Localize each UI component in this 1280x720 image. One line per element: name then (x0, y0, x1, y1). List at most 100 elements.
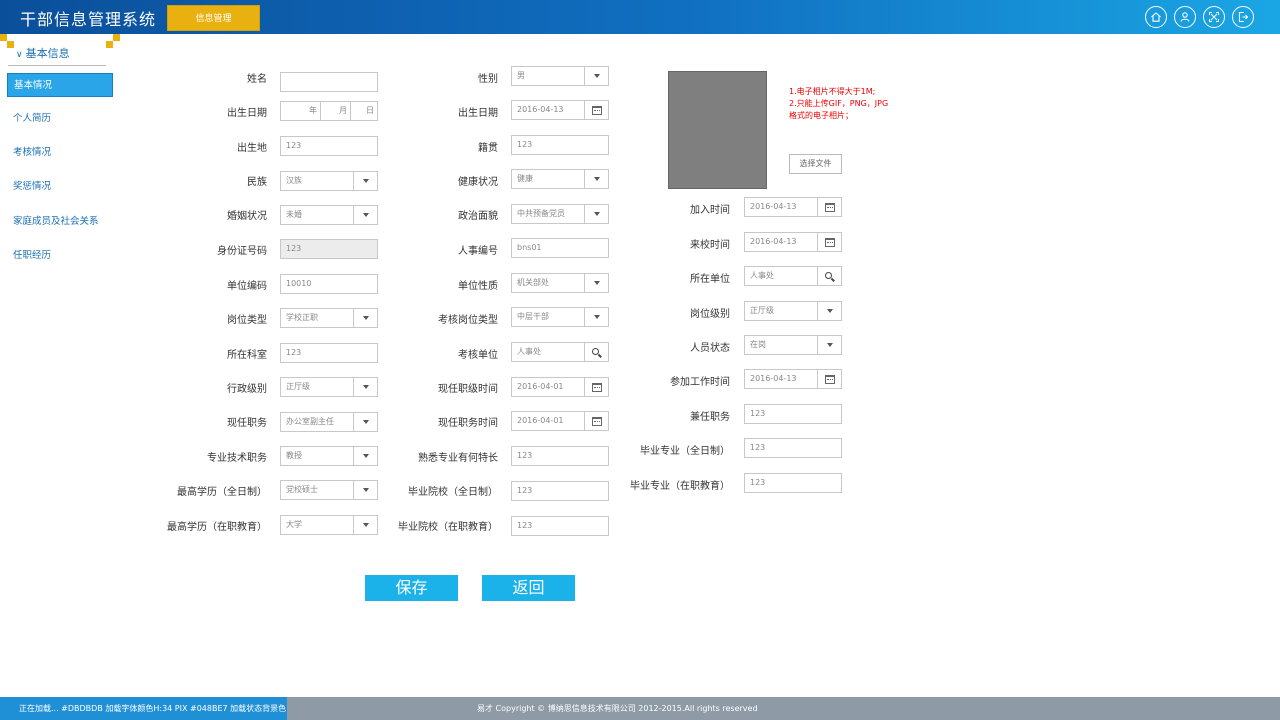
dropdown-toggle[interactable] (353, 378, 377, 396)
dropdown-toggle[interactable] (353, 206, 377, 224)
personnel-number-input[interactable]: bns01 (511, 238, 609, 258)
dropdown-toggle[interactable] (353, 481, 377, 499)
logout-button[interactable] (1232, 6, 1254, 28)
dropdown-toggle[interactable] (584, 67, 608, 85)
year-segment[interactable]: 年 (281, 102, 321, 120)
work-start-date-picker[interactable]: 2016-04-13 (744, 369, 842, 389)
dropdown-toggle[interactable] (353, 516, 377, 534)
search-button[interactable] (817, 267, 841, 285)
calendar-icon (824, 237, 835, 247)
copyright: 易才 Copyright © 博纳思信息技术有限公司 2012-2015.All… (477, 704, 758, 713)
ethnicity-select[interactable]: 汉族 (280, 171, 378, 191)
marital-status-select[interactable]: 未婚 (280, 205, 378, 225)
assessment-unit-search[interactable]: 人事处 (511, 342, 609, 362)
field-label: 考核岗位类型 (438, 315, 498, 326)
school-inservice-input[interactable]: 123 (511, 516, 609, 536)
dropdown-arrow-icon (593, 281, 600, 285)
field-label: 人员状态 (690, 343, 730, 354)
back-button[interactable]: 返回 (482, 575, 575, 601)
field-label: 现任职级时间 (438, 384, 498, 395)
save-button[interactable]: 保存 (365, 575, 458, 601)
department-input[interactable]: 123 (280, 343, 378, 363)
fullscreen-button[interactable] (1203, 6, 1225, 28)
divider (8, 65, 106, 66)
current-unit-search[interactable]: 人事处 (744, 266, 842, 286)
calendar-button[interactable] (584, 378, 608, 396)
dropdown-toggle[interactable] (584, 170, 608, 188)
sidebar-item-resume[interactable]: 个人简历 (7, 107, 113, 131)
calendar-button[interactable] (817, 198, 841, 216)
dropdown-arrow-icon (362, 454, 369, 458)
dropdown-toggle[interactable] (584, 274, 608, 292)
search-button[interactable] (584, 343, 608, 361)
search-value: 人事处 (517, 347, 541, 356)
field-label: 健康状况 (458, 177, 498, 188)
education-inservice-select[interactable]: 大学 (280, 515, 378, 535)
sidebar-item-assessment[interactable]: 考核情况 (7, 141, 113, 165)
choose-file-button[interactable]: 选择文件 (789, 154, 842, 174)
dropdown-toggle[interactable] (584, 205, 608, 223)
birth-date-picker[interactable]: 2016-04-13 (511, 100, 609, 120)
calendar-button[interactable] (584, 412, 608, 430)
dropdown-toggle[interactable] (353, 447, 377, 465)
major-inservice-input[interactable]: 123 (744, 473, 842, 493)
select-value: 办公室副主任 (286, 417, 334, 426)
sidebar: ∨ 基本信息 基本情况 个人简历 考核情况 奖惩情况 家庭成员及社会关系 任职经历 (0, 34, 120, 334)
dropdown-toggle[interactable] (817, 302, 841, 320)
tab-info-management[interactable]: 信息管理 (167, 5, 260, 31)
field-label: 所在科室 (227, 350, 267, 361)
calendar-button[interactable] (817, 233, 841, 251)
post-level-select[interactable]: 正厅级 (744, 301, 842, 321)
professional-title-select[interactable]: 教授 (280, 446, 378, 466)
join-date-picker[interactable]: 2016-04-13 (744, 197, 842, 217)
dropdown-arrow-icon (362, 523, 369, 527)
search-icon (825, 271, 832, 279)
gender-select[interactable]: 男 (511, 66, 609, 86)
photo-placeholder (668, 71, 767, 189)
current-post-select[interactable]: 办公室副主任 (280, 412, 378, 432)
day-segment[interactable]: 日 (351, 102, 377, 120)
calendar-button[interactable] (584, 101, 608, 119)
concurrent-post-input[interactable]: 123 (744, 404, 842, 424)
calendar-button[interactable] (817, 370, 841, 388)
health-select[interactable]: 健康 (511, 169, 609, 189)
birth-date-input[interactable]: 年 月 日 (280, 101, 378, 121)
sidebar-section-header[interactable]: ∨ 基本信息 (16, 45, 70, 61)
name-input[interactable] (280, 72, 378, 92)
post-type-select[interactable]: 学校正职 (280, 308, 378, 328)
calendar-icon (591, 105, 602, 115)
specialty-input[interactable]: 123 (511, 446, 609, 466)
sidebar-item-rewards[interactable]: 奖惩情况 (7, 175, 113, 199)
admin-level-select[interactable]: 正厅级 (280, 377, 378, 397)
date-value: 2016-04-13 (750, 237, 797, 246)
unit-code-input[interactable]: 10010 (280, 274, 378, 294)
user-button[interactable] (1174, 6, 1196, 28)
arrival-date-picker[interactable]: 2016-04-13 (744, 232, 842, 252)
sidebar-item-family[interactable]: 家庭成员及社会关系 (7, 210, 113, 234)
unit-nature-select[interactable]: 机关部处 (511, 273, 609, 293)
assessment-post-type-select[interactable]: 中层干部 (511, 307, 609, 327)
month-segment[interactable]: 月 (321, 102, 351, 120)
dropdown-toggle[interactable] (353, 309, 377, 327)
school-fulltime-input[interactable]: 123 (511, 481, 609, 501)
chevron-down-icon: ∨ (16, 50, 23, 60)
dropdown-toggle[interactable] (817, 336, 841, 354)
dropdown-toggle[interactable] (353, 413, 377, 431)
dropdown-toggle[interactable] (584, 308, 608, 326)
sidebar-item-basic[interactable]: 基本情况 (7, 73, 113, 97)
dropdown-toggle[interactable] (353, 172, 377, 190)
major-fulltime-input[interactable]: 123 (744, 438, 842, 458)
current-rank-date-picker[interactable]: 2016-04-01 (511, 377, 609, 397)
sidebar-item-positions[interactable]: 任职经历 (7, 244, 113, 268)
staff-status-select[interactable]: 在岗 (744, 335, 842, 355)
political-status-select[interactable]: 中共预备党员 (511, 204, 609, 224)
field-label: 考核单位 (458, 350, 498, 361)
dropdown-arrow-icon (362, 385, 369, 389)
education-fulltime-select[interactable]: 党校硕士 (280, 480, 378, 500)
field-label: 专业技术职务 (207, 453, 267, 464)
native-place-input[interactable]: 123 (511, 135, 609, 155)
dropdown-arrow-icon (826, 343, 833, 347)
birthplace-input[interactable]: 123 (280, 136, 378, 156)
home-button[interactable] (1145, 6, 1167, 28)
current-post-date-picker[interactable]: 2016-04-01 (511, 411, 609, 431)
